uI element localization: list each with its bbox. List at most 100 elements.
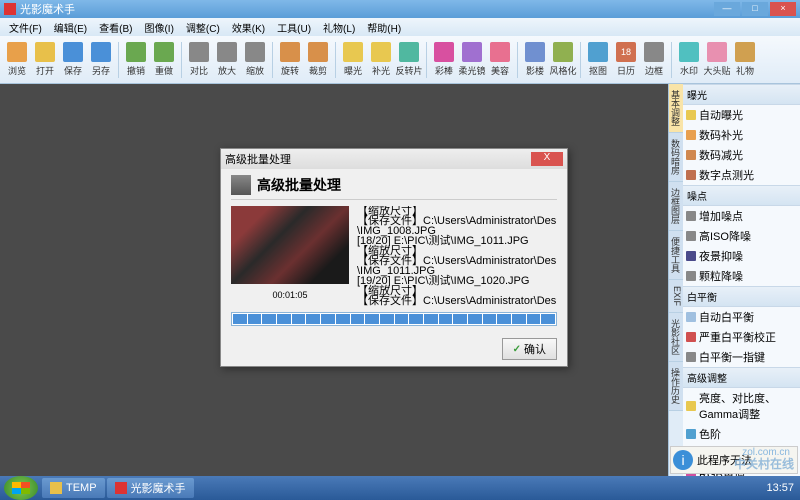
item-icon [686, 211, 696, 221]
toolbar-美容[interactable]: 美容 [487, 42, 513, 77]
裁剪-icon [308, 42, 328, 62]
dialog-titlebar[interactable]: 高级批量处理 X [221, 149, 567, 169]
toolbar-抠图[interactable]: 抠图 [585, 42, 611, 77]
notification-text: 此程序无法 [697, 452, 752, 468]
toolbar-影楼[interactable]: 影楼 [522, 42, 548, 77]
right-tab[interactable]: 便捷工具 [669, 231, 683, 280]
taskbar-item[interactable]: TEMP [42, 478, 105, 498]
panel-item[interactable]: 夜景抑噪 [683, 246, 800, 266]
panel-item[interactable]: 高ISO降噪 [683, 226, 800, 246]
toolbar-缩放[interactable]: 缩放 [242, 42, 268, 77]
right-tab[interactable]: EXIF [669, 280, 683, 313]
toolbar-水印[interactable]: 水印 [676, 42, 702, 77]
right-panel-body: 曝光自动曝光数码补光数码减光数字点测光噪点增加噪点高ISO降噪夜景抑噪颗粒降噪白… [683, 84, 800, 476]
panel-item[interactable]: 数码减光 [683, 145, 800, 165]
close-button[interactable]: × [770, 2, 796, 16]
panel-item[interactable]: 数码补光 [683, 125, 800, 145]
panel-item[interactable]: 自动曝光 [683, 105, 800, 125]
batch-dialog: 高级批量处理 X 高级批量处理 00:01:05 【缩放尺寸】【保存文件】C:\… [220, 148, 568, 367]
item-icon [686, 271, 696, 281]
right-tab[interactable]: 基本调整 [669, 84, 683, 133]
item-icon [686, 401, 696, 411]
panel-section-header[interactable]: 曝光 [683, 84, 800, 105]
dialog-close-button[interactable]: X [531, 152, 563, 166]
panel-section-header[interactable]: 噪点 [683, 185, 800, 206]
notification-popup[interactable]: i 此程序无法 [670, 446, 798, 474]
toolbar-日历[interactable]: 18日历 [613, 42, 639, 77]
toolbar-浏览[interactable]: 浏览 [4, 42, 30, 77]
panel-item[interactable]: 亮度、对比度、Gamma调整 [683, 388, 800, 424]
panel-section-header[interactable]: 高级调整 [683, 367, 800, 388]
panel-section-header[interactable]: 白平衡 [683, 286, 800, 307]
menu-item[interactable]: 图像(I) [139, 20, 178, 35]
menu-item[interactable]: 编辑(E) [49, 20, 92, 35]
panel-item[interactable]: 色阶 [683, 424, 800, 444]
toolbar-裁剪[interactable]: 裁剪 [305, 42, 331, 77]
toolbar-大头贴[interactable]: 大头贴 [704, 42, 730, 77]
toolbar-重做[interactable]: 重做 [151, 42, 177, 77]
menu-item[interactable]: 效果(K) [227, 20, 270, 35]
right-tab[interactable]: 光影社区 [669, 313, 683, 362]
重做-icon [154, 42, 174, 62]
right-tab[interactable]: 边框图层 [669, 182, 683, 231]
item-icon [686, 150, 696, 160]
app-icon [4, 3, 16, 15]
item-icon [686, 352, 696, 362]
panel-item[interactable]: 自动白平衡 [683, 307, 800, 327]
item-icon [686, 130, 696, 140]
panel-item[interactable]: 严重白平衡校正 [683, 327, 800, 347]
toolbar-另存[interactable]: 另存 [88, 42, 114, 77]
toolbar-放大[interactable]: 放大 [214, 42, 240, 77]
浏览-icon [7, 42, 27, 62]
item-icon [686, 332, 696, 342]
right-tab[interactable]: 操作历史 [669, 362, 683, 411]
right-tabstrip: 基本调整数码暗房边框图层便捷工具EXIF光影社区操作历史 [669, 84, 683, 476]
toolbar-对比[interactable]: 对比 [186, 42, 212, 77]
preview-pane: 00:01:05 [231, 206, 349, 306]
maximize-button[interactable]: □ [742, 2, 768, 16]
minimize-button[interactable]: — [714, 2, 740, 16]
menu-item[interactable]: 调整(C) [181, 20, 225, 35]
柔光镜-icon [462, 42, 482, 62]
toolbar-补光[interactable]: 补光 [368, 42, 394, 77]
toolbar-旋转[interactable]: 旋转 [277, 42, 303, 77]
item-icon [686, 231, 696, 241]
打开-icon [35, 42, 55, 62]
menu-item[interactable]: 帮助(H) [362, 20, 406, 35]
对比-icon [189, 42, 209, 62]
保存-icon [63, 42, 83, 62]
美容-icon [490, 42, 510, 62]
toolbar-保存[interactable]: 保存 [60, 42, 86, 77]
panel-item[interactable]: 数字点测光 [683, 165, 800, 185]
toolbar-礼物[interactable]: 礼物 [732, 42, 758, 77]
panel-item[interactable]: 颗粒降噪 [683, 266, 800, 286]
item-icon [686, 170, 696, 180]
clock: 13:57 [766, 482, 794, 494]
toolbar-风格化[interactable]: 风格化 [550, 42, 576, 77]
menu-item[interactable]: 礼物(L) [318, 20, 360, 35]
right-tab[interactable]: 数码暗房 [669, 133, 683, 182]
边框-icon [644, 42, 664, 62]
start-button[interactable] [4, 476, 38, 500]
水印-icon [679, 42, 699, 62]
toolbar-打开[interactable]: 打开 [32, 42, 58, 77]
toolbar-彩棒[interactable]: 彩棒 [431, 42, 457, 77]
ok-button[interactable]: 确认 [502, 338, 557, 360]
menu-item[interactable]: 工具(U) [272, 20, 316, 35]
menu-item[interactable]: 查看(B) [94, 20, 137, 35]
system-tray[interactable]: 13:57 [760, 482, 800, 494]
toolbar-曝光[interactable]: 曝光 [340, 42, 366, 77]
风格化-icon [553, 42, 573, 62]
panel-item[interactable]: 增加噪点 [683, 206, 800, 226]
panel-item[interactable]: 白平衡一指键 [683, 347, 800, 367]
toolbar-反转片[interactable]: 反转片 [396, 42, 422, 77]
toolbar-撤销[interactable]: 撤销 [123, 42, 149, 77]
info-icon: i [673, 450, 693, 470]
taskbar-item[interactable]: 光影魔术手 [107, 478, 194, 498]
taskbar: TEMP光影魔术手 13:57 [0, 476, 800, 500]
preview-image [231, 206, 349, 284]
toolbar-边框[interactable]: 边框 [641, 42, 667, 77]
放大-icon [217, 42, 237, 62]
toolbar-柔光镜[interactable]: 柔光镜 [459, 42, 485, 77]
menu-item[interactable]: 文件(F) [4, 20, 47, 35]
